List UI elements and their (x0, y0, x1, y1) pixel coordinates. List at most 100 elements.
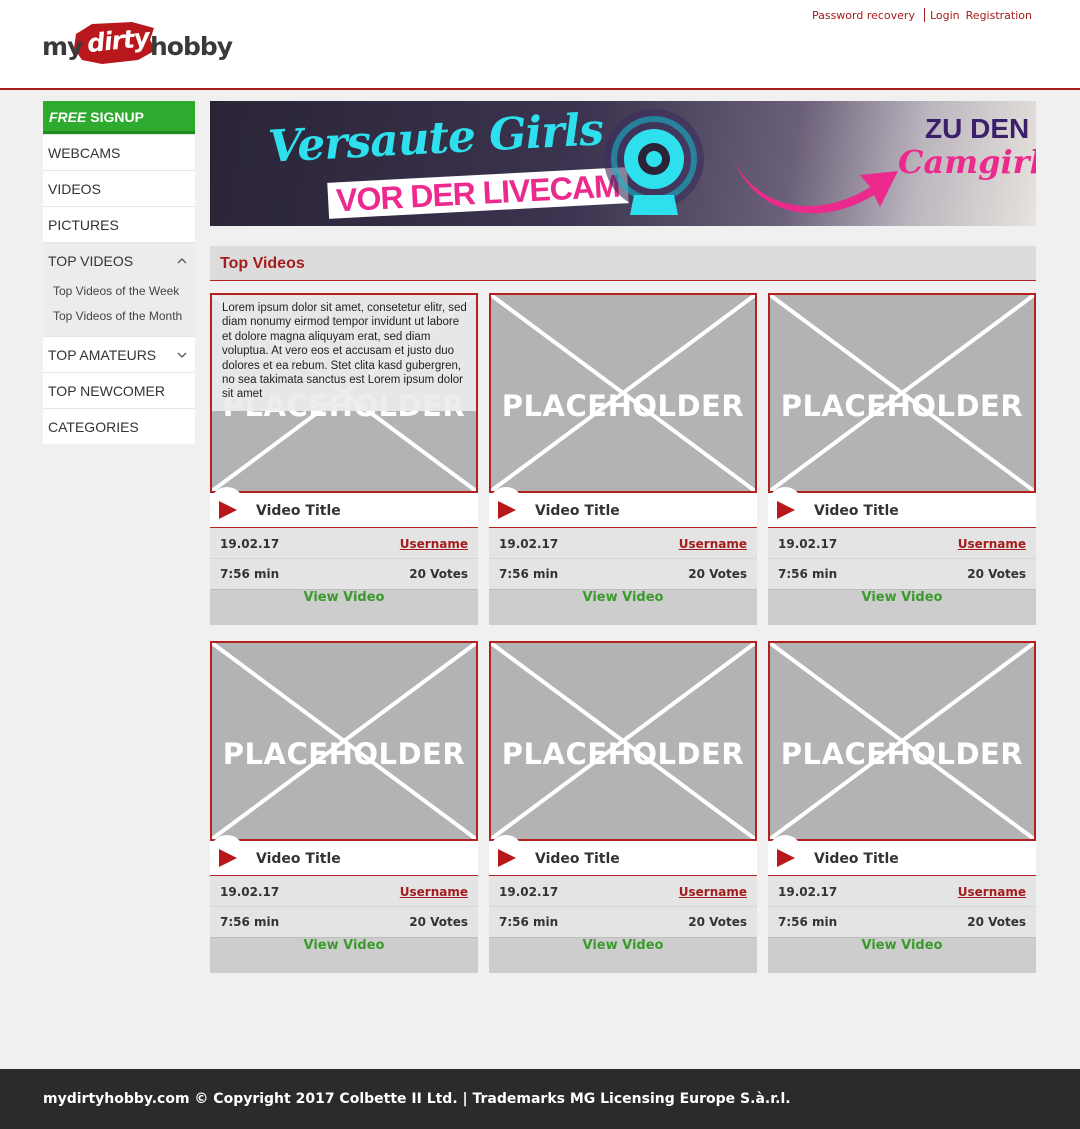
signup-free-label: FREE (49, 109, 87, 125)
submenu-item-week[interactable]: Top Videos of the Week (53, 282, 195, 307)
play-icon (777, 501, 795, 519)
video-title[interactable]: Video Title (535, 851, 620, 867)
login-link[interactable]: Login (930, 9, 960, 22)
logo-text-my: my (42, 32, 83, 61)
video-title[interactable]: Video Title (814, 851, 899, 867)
video-votes: 20 Votes (688, 915, 747, 929)
video-username-link[interactable]: Username (679, 537, 747, 551)
video-username-link[interactable]: Username (679, 885, 747, 899)
video-title-row[interactable]: Video Title (489, 835, 757, 876)
registration-link[interactable]: Registration (966, 9, 1032, 22)
view-video-button[interactable]: View Video (210, 937, 478, 973)
video-title[interactable]: Video Title (256, 503, 341, 519)
video-title-row[interactable]: Video Title (210, 835, 478, 876)
video-title-row[interactable]: Video Title (768, 487, 1036, 528)
play-icon (777, 849, 795, 867)
video-title-row[interactable]: Video Title (768, 835, 1036, 876)
video-title-row[interactable]: Video Title (210, 487, 478, 528)
site-footer: mydirtyhobby.com © Copyright 2017 Colbet… (0, 1069, 1080, 1129)
banner-cta-line2: Camgirls (898, 143, 1036, 181)
video-duration: 7:56 min (499, 567, 559, 581)
meta-divider (768, 906, 1036, 907)
submenu-item-month[interactable]: Top Videos of the Month (53, 307, 195, 332)
video-meta: 19.02.17 Username 7:56 min 20 Votes (768, 528, 1036, 589)
play-icon (498, 849, 516, 867)
meta-divider (489, 906, 757, 907)
video-thumbnail[interactable]: PLACEHOLDER (489, 641, 757, 841)
video-thumbnail[interactable]: PLACEHOLDERLorem ipsum dolor sit amet, c… (210, 293, 478, 493)
sidebar-nav: FREE SIGNUP WEBCAMS VIDEOS PICTURES TOP … (43, 101, 195, 444)
video-username-link[interactable]: Username (400, 537, 468, 551)
livecam-banner[interactable]: Versaute Girls VOR DER LIVECAM ZU DEN Ca… (210, 101, 1036, 226)
site-header: my dirty hobby Password recovery Login R… (0, 0, 1080, 90)
video-title[interactable]: Video Title (256, 851, 341, 867)
video-title[interactable]: Video Title (814, 503, 899, 519)
video-votes: 20 Votes (967, 567, 1026, 581)
banner-cta-line1: ZU DEN (925, 113, 1030, 144)
video-duration: 7:56 min (778, 915, 838, 929)
video-date: 19.02.17 (778, 537, 838, 551)
video-thumbnail[interactable]: PLACEHOLDER (489, 293, 757, 493)
video-duration: 7:56 min (778, 567, 838, 581)
banner-headline: Versaute Girls (266, 104, 605, 173)
sidebar-item-top-newcomer[interactable]: TOP NEWCOMER (43, 372, 195, 408)
sidebar-item-top-amateurs[interactable]: TOP AMATEURS (43, 336, 195, 372)
link-separator (923, 8, 925, 22)
section-title: Top Videos (210, 246, 1036, 281)
video-card: PLACEHOLDER Video Title 19.02.17 Username 7:… (489, 641, 757, 973)
video-votes: 20 Votes (409, 915, 468, 929)
video-duration: 7:56 min (220, 915, 280, 929)
play-button[interactable] (210, 835, 244, 869)
webcam-icon (604, 109, 704, 215)
video-meta: 19.02.17 Username 7:56 min 20 Votes (489, 528, 757, 589)
banner-subline: VOR DER LIVECAM (335, 167, 621, 219)
chevron-up-icon (177, 255, 187, 267)
video-title-row[interactable]: Video Title (489, 487, 757, 528)
video-username-link[interactable]: Username (958, 537, 1026, 551)
video-thumbnail[interactable]: PLACEHOLDER (210, 641, 478, 841)
sidebar-item-label: PICTURES (48, 216, 119, 233)
signup-label: SIGNUP (90, 109, 144, 125)
sidebar-item-label: CATEGORIES (48, 418, 139, 435)
banner-subline-box: VOR DER LIVECAM (327, 167, 629, 219)
site-logo[interactable]: my dirty hobby (42, 18, 233, 68)
sidebar-item-pictures[interactable]: PICTURES (43, 206, 195, 242)
view-video-button[interactable]: View Video (489, 589, 757, 625)
video-username-link[interactable]: Username (958, 885, 1026, 899)
video-date: 19.02.17 (778, 885, 838, 899)
video-title[interactable]: Video Title (535, 503, 620, 519)
meta-divider (210, 906, 478, 907)
view-video-button[interactable]: View Video (768, 589, 1036, 625)
sidebar-item-videos[interactable]: VIDEOS (43, 170, 195, 206)
logo-text-hobby: hobby (150, 32, 233, 61)
video-card: PLACEHOLDER Video Title 19.02.17 Username 7:… (768, 293, 1036, 625)
sidebar-item-webcams[interactable]: WEBCAMS (43, 134, 195, 170)
play-button[interactable] (768, 487, 802, 521)
video-date: 19.02.17 (220, 885, 280, 899)
video-thumbnail[interactable]: PLACEHOLDER (768, 293, 1036, 493)
view-video-button[interactable]: View Video (768, 937, 1036, 973)
video-thumbnail[interactable]: PLACEHOLDER (768, 641, 1036, 841)
sidebar-item-categories[interactable]: CATEGORIES (43, 408, 195, 444)
account-links: Password recovery Login Registration (812, 8, 1032, 22)
play-button[interactable] (489, 487, 523, 521)
placeholder-label: PLACEHOLDER (501, 737, 745, 771)
view-video-button[interactable]: View Video (489, 937, 757, 973)
sidebar-item-label: TOP NEWCOMER (48, 382, 165, 399)
play-button[interactable] (210, 487, 244, 521)
sidebar-item-top-videos[interactable]: TOP VIDEOS (43, 242, 195, 278)
password-recovery-link[interactable]: Password recovery (812, 9, 915, 22)
play-button[interactable] (768, 835, 802, 869)
sidebar-item-label: TOP VIDEOS (48, 252, 134, 269)
video-date: 19.02.17 (499, 537, 559, 551)
view-video-button[interactable]: View Video (210, 589, 478, 625)
placeholder-label: PLACEHOLDER (222, 737, 466, 771)
video-username-link[interactable]: Username (400, 885, 468, 899)
arrow-icon (734, 161, 898, 214)
video-description-overlay: Lorem ipsum dolor sit amet, consetetur e… (212, 295, 476, 411)
free-signup-button[interactable]: FREE SIGNUP (43, 101, 195, 134)
placeholder-label: PLACEHOLDER (780, 389, 1024, 423)
play-button[interactable] (489, 835, 523, 869)
chevron-down-icon (177, 349, 187, 361)
meta-divider (210, 558, 478, 559)
